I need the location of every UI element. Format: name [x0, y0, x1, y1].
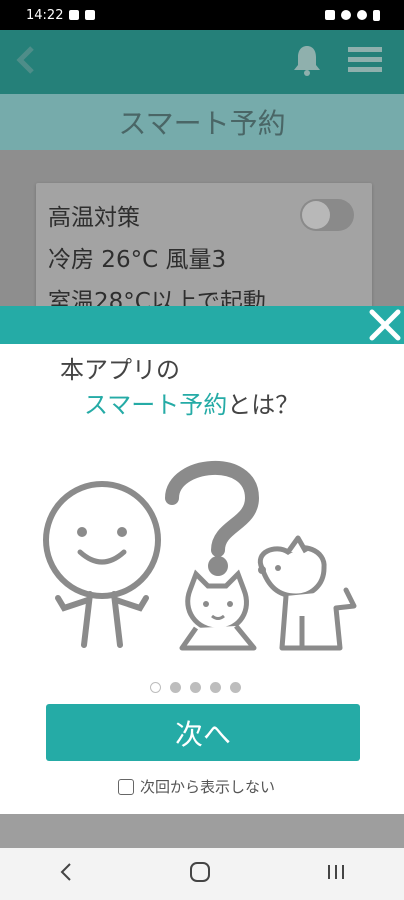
intro-rest: とは？: [227, 391, 300, 419]
dont-show-label: 次回から表示しない: [140, 778, 276, 796]
intro-highlight: スマート予約: [84, 391, 228, 419]
page-indicator-dot: [170, 682, 181, 693]
app-bar: [0, 30, 404, 94]
hamburger-menu-icon: [348, 47, 382, 72]
nav-recents-button[interactable]: [326, 863, 346, 885]
battery-icon: [373, 9, 380, 21]
reservation-card[interactable]: 高温対策 冷房 26°C 風量3 室温28°C以上で起動: [36, 183, 372, 323]
close-icon: [369, 309, 401, 341]
nav-back-button[interactable]: [58, 862, 74, 886]
wifi-icon: [341, 10, 351, 20]
next-button[interactable]: 次へ: [46, 704, 360, 761]
person-and-pets-illustration: [43, 460, 357, 651]
modal-header: [0, 306, 404, 344]
dont-show-checkbox[interactable]: [118, 778, 134, 795]
mute-icon: [325, 10, 335, 20]
back-button[interactable]: [12, 43, 40, 81]
system-nav-bar: [0, 848, 404, 900]
menu-button[interactable]: [348, 46, 382, 78]
intro-text-line1: 本アプリの: [60, 356, 180, 384]
dont-show-again-option[interactable]: 次回から表示しない: [118, 776, 275, 797]
page-indicator-dot: [190, 682, 201, 693]
intro-text-line2: スマート予約とは？: [84, 385, 299, 420]
page-title: スマート予約: [0, 94, 404, 150]
nav-recents-icon: [328, 865, 345, 879]
notification-button[interactable]: [292, 43, 322, 81]
chevron-left-icon: [16, 46, 34, 74]
dnd-icon: [357, 10, 367, 20]
page-indicator-dot: [230, 682, 241, 693]
reservation-toggle[interactable]: [300, 199, 354, 231]
app-notification-icon: [85, 10, 96, 20]
status-time: 14:22: [26, 7, 64, 23]
reservation-setting: 冷房 26°C 風量3: [48, 247, 227, 273]
nav-home-icon: [189, 862, 210, 882]
bell-icon: [294, 46, 320, 76]
page-background-bottom: [0, 814, 404, 848]
page-indicator-dot: [150, 682, 161, 693]
nav-home-button[interactable]: [189, 861, 211, 887]
status-bar: 14:22: [0, 0, 404, 30]
nav-back-icon: [60, 863, 71, 881]
page-indicator-dot: [210, 682, 221, 693]
close-button[interactable]: [368, 308, 402, 342]
toggle-knob: [302, 201, 330, 229]
page-indicator: [150, 682, 241, 693]
gallery-notification-icon: [69, 10, 80, 20]
